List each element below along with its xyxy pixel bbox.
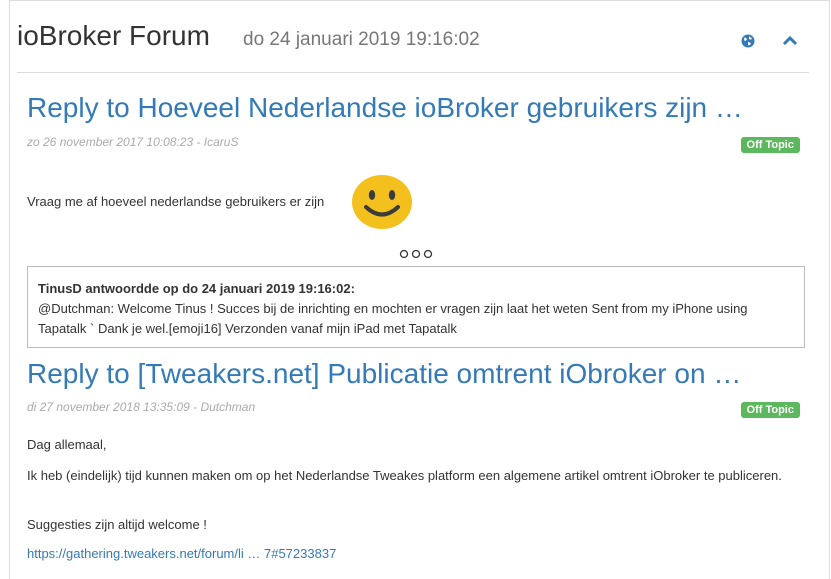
more-dots-icon[interactable] — [399, 249, 433, 259]
quote-box: TinusD antwoordde op do 24 januari 2019 … — [27, 266, 805, 348]
post-paragraph: Suggesties zijn altijd welcome ! — [27, 517, 207, 532]
quote-header: TinusD antwoordde op do 24 januari 2019 … — [38, 281, 355, 296]
post-link[interactable]: https://gathering.tweakers.net/forum/li … — [27, 546, 336, 561]
quote-text: @Dutchman: Welcome Tinus ! Succes bij de… — [38, 301, 748, 336]
post-meta: zo 26 november 2017 10:08:23 - IcaruS — [27, 135, 239, 149]
post-paragraph: Ik heb (eindelijk) tijd kunnen maken om … — [27, 468, 782, 483]
post-title-link[interactable]: Reply to Hoeveel Nederlandse ioBroker ge… — [27, 92, 799, 124]
header-date: do 24 januari 2019 19:16:02 — [243, 29, 480, 50]
post-title-link[interactable]: Reply to [Tweakers.net] Publicatie omtre… — [27, 358, 799, 390]
globe-icon[interactable] — [740, 33, 756, 49]
panel-header: ioBroker Forum do 24 januari 2019 19:16:… — [17, 0, 809, 73]
post-paragraph: Dag allemaal, — [27, 437, 107, 452]
post-meta: di 27 november 2018 13:35:09 - Dutchman — [27, 400, 256, 414]
status-badge: Off Topic — [740, 137, 800, 153]
status-badge: Off Topic — [740, 402, 800, 418]
forum-title: ioBroker Forum — [17, 20, 210, 51]
chevron-up-icon[interactable] — [781, 33, 799, 49]
smiley-emoji-icon — [352, 175, 412, 229]
